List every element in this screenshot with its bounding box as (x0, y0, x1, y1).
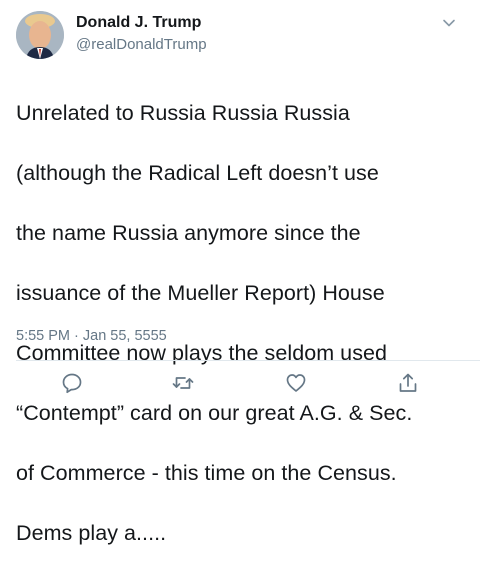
avatar[interactable] (16, 11, 64, 59)
profile-photo-icon (16, 11, 64, 59)
author-block: Donald J. Trump @realDonaldTrump (76, 13, 207, 55)
tweet-text: Unrelated to Russia Russia Russia (altho… (16, 68, 472, 578)
tweet-text-line: Dems play a..... (16, 521, 167, 545)
chevron-down-icon[interactable] (442, 16, 456, 30)
tweet-card[interactable]: Donald J. Trump @realDonaldTrump Unrelat… (0, 0, 480, 545)
display-name[interactable]: Donald J. Trump (76, 13, 207, 33)
tweet-timestamp[interactable]: 5:55 PM · Jan 55, 5555 (16, 326, 167, 346)
tweet-text-line: Unrelated to Russia Russia Russia (16, 101, 350, 125)
action-bar (0, 372, 480, 396)
tweet-text-line: issuance of the Mueller Report) House (16, 281, 385, 305)
tweet-text-line: (although the Radical Left doesn’t use (16, 161, 379, 185)
share-icon[interactable] (397, 372, 419, 394)
tweet-text-line: of Commerce - this time on the Census. (16, 461, 397, 485)
tweet-text-line: “Contempt” card on our great A.G. & Sec. (16, 401, 413, 425)
tweet-text-line: the name Russia anymore since the (16, 221, 361, 245)
retweet-icon[interactable] (172, 372, 194, 394)
heart-icon[interactable] (285, 372, 307, 394)
divider (16, 360, 480, 361)
user-handle[interactable]: @realDonaldTrump (76, 35, 207, 55)
reply-icon[interactable] (61, 372, 83, 394)
